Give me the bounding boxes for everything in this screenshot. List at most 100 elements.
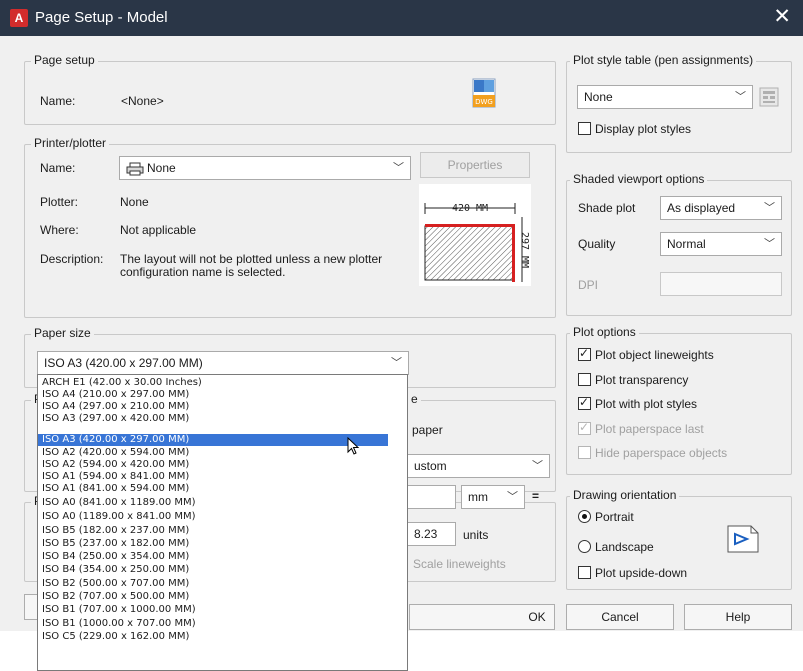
where-value: Not applicable — [120, 223, 197, 237]
paper-size-option[interactable]: ISO B2 (707.00 x 500.00 MM) — [42, 591, 388, 603]
shade-plot-select[interactable]: As displayed ﹀ — [660, 196, 782, 220]
hide-paperspace-objects-checkbox[interactable] — [578, 446, 591, 459]
plot-upside-down-label: Plot upside-down — [595, 566, 688, 580]
window-title: Page Setup - Model — [35, 9, 168, 26]
paper-size-option[interactable]: ISO B2 (500.00 x 707.00 MM) — [42, 578, 388, 590]
plot-transparency-checkbox[interactable] — [578, 373, 591, 386]
page-setup-group-label: Page setup — [31, 53, 98, 67]
plot-style-table-group-label: Plot style table (pen assignments) — [570, 53, 757, 67]
plot-object-lineweights-label: Plot object lineweights — [595, 348, 714, 362]
chevron-down-icon: ﹀ — [391, 357, 402, 369]
description-label: Description: — [40, 252, 104, 266]
chevron-down-icon: ﹀ — [393, 162, 404, 174]
cancel-button[interactable]: Cancel — [566, 604, 674, 630]
scale-select[interactable]: ustom ﹀ — [408, 454, 550, 478]
mouse-cursor-icon — [347, 436, 361, 457]
shaded-viewport-group-label: Shaded viewport options — [570, 172, 708, 186]
chevron-down-icon: ﹀ — [735, 91, 746, 103]
plot-object-lineweights-checkbox[interactable] — [578, 346, 591, 361]
paper-size-option[interactable]: ISO B1 (707.00 x 1000.00 MM) — [42, 604, 388, 616]
paper-size-group-label: Paper size — [31, 326, 94, 340]
plot-paperspace-last-checkbox[interactable] — [578, 420, 591, 435]
autocad-app-icon: A — [10, 9, 28, 27]
hide-paperspace-objects-label: Hide paperspace objects — [595, 446, 728, 460]
help-button[interactable]: Help — [684, 604, 792, 630]
scale-custom-value: ustom — [414, 459, 447, 473]
plot-transparency-label: Plot transparency — [595, 373, 689, 387]
preview-width-label: 420 MM — [452, 203, 488, 214]
page-setup-name-label: Name: — [40, 94, 76, 108]
printer-plotter-group-label: Printer/plotter — [31, 136, 110, 150]
plot-paperspace-last-label: Plot paperspace last — [595, 422, 704, 436]
orientation-preview-icon — [725, 524, 761, 554]
units-select[interactable]: mm ﹀ — [461, 485, 525, 509]
display-plot-styles-label: Display plot styles — [595, 122, 692, 136]
drawing-orientation-group-label: Drawing orientation — [570, 488, 680, 502]
paper-size-option[interactable]: ISO B4 (354.00 x 250.00 MM) — [42, 564, 388, 576]
scale-lineweights-label: Scale lineweights — [413, 557, 506, 571]
paper-size-option[interactable]: ISO A2 (420.00 x 594.00 MM) — [42, 447, 388, 459]
ok-button[interactable]: OK — [409, 604, 555, 630]
units-value: 8.23 — [414, 527, 438, 541]
shade-plot-value: As displayed — [667, 201, 736, 215]
paper-size-option[interactable]: ISO C5 (229.00 x 162.00 MM) — [42, 631, 388, 643]
paper-size-dropdown-list[interactable]: ︿ ARCH E1 (42.00 x 30.00 Inches) ISO A4 … — [37, 374, 408, 671]
plot-with-plot-styles-checkbox[interactable] — [578, 395, 591, 410]
preview-height-label: 297 MM — [519, 232, 530, 268]
description-line-2: configuration name is selected. — [120, 265, 286, 279]
plotter-label: Plotter: — [40, 195, 79, 209]
paper-size-option[interactable]: ISO B1 (1000.00 x 707.00 MM) — [42, 618, 388, 630]
paper-size-option[interactable]: ISO B5 (182.00 x 237.00 MM) — [42, 525, 388, 537]
quality-label: Quality — [578, 237, 616, 251]
paper-size-option[interactable]: ISO B5 (237.00 x 182.00 MM) — [42, 538, 388, 550]
paper-size-option[interactable]: ISO A0 (1189.00 x 841.00 MM) — [42, 511, 388, 523]
page-setup-name-value: <None> — [121, 94, 164, 108]
plotter-value: None — [120, 195, 149, 209]
chevron-down-icon: ﹀ — [532, 460, 543, 472]
paper-size-option[interactable]: ISO A3 (297.00 x 420.00 MM) — [42, 413, 388, 425]
scale-value-input[interactable] — [408, 485, 456, 509]
paper-preview: 420 MM 297 MM — [419, 184, 531, 286]
portrait-label: Portrait — [595, 510, 634, 524]
plot-with-plot-styles-label: Plot with plot styles — [595, 397, 698, 411]
paper-size-option[interactable]: ISO A1 (594.00 x 841.00 MM) — [42, 471, 388, 483]
printer-name-value: None — [147, 161, 176, 175]
paper-size-selected-value: ISO A3 (420.00 x 297.00 MM) — [44, 356, 203, 370]
paper-size-option[interactable]: ISO A4 (210.00 x 297.00 MM) — [42, 389, 388, 401]
chevron-down-icon: ﹀ — [764, 202, 775, 214]
paper-size-select[interactable]: ISO A3 (420.00 x 297.00 MM) ﹀ — [37, 351, 409, 375]
landscape-label: Landscape — [595, 540, 654, 554]
dpi-input[interactable] — [660, 272, 782, 296]
plot-style-value: None — [584, 90, 613, 104]
properties-button[interactable]: Properties — [420, 152, 530, 178]
shade-plot-label: Shade plot — [578, 201, 636, 215]
equals-sign: = — [532, 489, 540, 503]
landscape-radio[interactable] — [578, 540, 591, 553]
paper-size-option-highlighted[interactable]: ISO A3 (420.00 x 297.00 MM) — [38, 434, 388, 446]
printer-icon — [126, 161, 144, 176]
units-value-input[interactable]: 8.23 — [408, 522, 456, 546]
paper-size-option[interactable]: ISO B4 (250.00 x 354.00 MM) — [42, 551, 388, 563]
paper-size-option[interactable]: ISO A1 (841.00 x 594.00 MM) — [42, 483, 388, 495]
plot-upside-down-checkbox[interactable] — [578, 566, 591, 579]
display-plot-styles-checkbox[interactable] — [578, 122, 591, 135]
edit-plot-style-icon[interactable] — [757, 85, 781, 109]
paper-size-option[interactable]: ARCH E1 (42.00 x 30.00 Inches) — [42, 377, 388, 389]
units-label: units — [463, 528, 489, 542]
printer-name-label: Name: — [40, 161, 76, 175]
chevron-down-icon: ﹀ — [507, 491, 518, 503]
quality-select[interactable]: Normal ﹀ — [660, 232, 782, 256]
dwg-icon-text: DWG — [475, 98, 493, 106]
printer-name-select[interactable]: None ﹀ — [119, 156, 411, 180]
plot-scale-label-fragment: e — [408, 392, 421, 406]
plot-style-select[interactable]: None ﹀ — [577, 85, 753, 109]
paper-size-option[interactable]: ISO A0 (841.00 x 1189.00 MM) — [42, 497, 388, 509]
close-icon[interactable]: ✕ — [773, 5, 791, 29]
title-bar: A Page Setup - Model ✕ — [0, 0, 803, 36]
ok-button-label: OK — [528, 610, 546, 624]
units-select-value: mm — [468, 490, 488, 504]
paper-size-option[interactable]: ISO A4 (297.00 x 210.00 MM) — [42, 401, 388, 413]
description-line-1: The layout will not be plotted unless a … — [120, 252, 383, 266]
portrait-radio[interactable] — [578, 510, 591, 523]
paper-size-option[interactable]: ISO A2 (594.00 x 420.00 MM) — [42, 459, 388, 471]
